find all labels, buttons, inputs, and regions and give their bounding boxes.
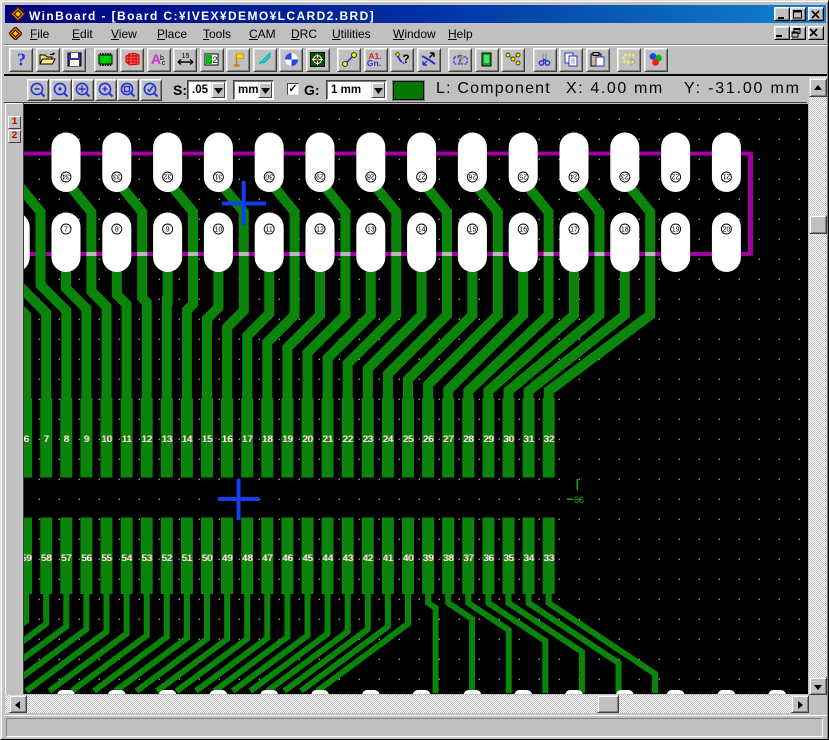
svg-text:53: 53 <box>141 553 152 564</box>
svg-text:32: 32 <box>164 173 172 180</box>
svg-text:35: 35 <box>503 553 514 564</box>
svg-text:12: 12 <box>316 227 324 234</box>
svg-text:20: 20 <box>723 227 731 234</box>
svg-text:9: 9 <box>166 227 170 234</box>
svg-text:27: 27 <box>443 434 454 445</box>
svg-text:?: ? <box>457 53 464 68</box>
svg-text:15: 15 <box>202 434 213 445</box>
svg-text:10: 10 <box>101 434 112 445</box>
svg-text:8: 8 <box>64 434 69 445</box>
svg-text:7: 7 <box>44 434 49 445</box>
svg-text:36: 36 <box>483 553 494 564</box>
svg-text:30: 30 <box>265 173 273 180</box>
svg-text:29: 29 <box>483 434 494 445</box>
svg-text:20: 20 <box>302 434 313 445</box>
svg-text:?: ? <box>17 51 26 68</box>
svg-text:7: 7 <box>64 227 68 234</box>
svg-text:13: 13 <box>367 227 375 234</box>
svg-text:21: 21 <box>322 434 333 445</box>
svg-text:42: 42 <box>363 553 374 564</box>
svg-text:31: 31 <box>214 173 222 180</box>
svg-text:31: 31 <box>523 434 534 445</box>
svg-text:44: 44 <box>322 553 333 564</box>
svg-text:27: 27 <box>418 173 426 180</box>
svg-text:56: 56 <box>81 553 92 564</box>
svg-text:26: 26 <box>423 434 434 445</box>
svg-text:17: 17 <box>570 227 578 234</box>
svg-text:Gn.: Gn. <box>367 58 381 68</box>
svg-text:24: 24 <box>570 173 578 180</box>
svg-text:30: 30 <box>503 434 514 445</box>
svg-text:47: 47 <box>262 553 273 564</box>
svg-text:10: 10 <box>215 227 223 234</box>
svg-text:23: 23 <box>621 173 629 180</box>
svg-text:58: 58 <box>41 553 52 564</box>
svg-text:18: 18 <box>621 227 629 234</box>
svg-text:51: 51 <box>182 553 193 564</box>
svg-text:39: 39 <box>423 553 434 564</box>
svg-text:8: 8 <box>115 227 119 234</box>
svg-text:11: 11 <box>122 434 132 445</box>
svg-text:?: ? <box>402 52 409 66</box>
svg-text:38: 38 <box>443 553 454 564</box>
svg-text:12: 12 <box>141 434 152 445</box>
svg-text:49: 49 <box>222 553 233 564</box>
svg-text:16: 16 <box>519 227 527 234</box>
svg-text:37: 37 <box>463 553 474 564</box>
svg-text:46: 46 <box>282 553 293 564</box>
svg-text:17: 17 <box>242 434 253 445</box>
svg-text:40: 40 <box>403 553 414 564</box>
svg-text:14: 14 <box>182 434 193 445</box>
svg-text:57: 57 <box>61 553 72 564</box>
svg-text:34: 34 <box>62 173 70 180</box>
svg-text:6: 6 <box>24 434 29 445</box>
svg-text:13: 13 <box>162 434 173 445</box>
svg-text:15: 15 <box>469 227 477 234</box>
svg-text:28: 28 <box>463 434 474 445</box>
svg-text:11: 11 <box>266 227 273 234</box>
svg-text:50: 50 <box>202 553 213 564</box>
svg-text:18: 18 <box>262 434 273 445</box>
svg-text:66: 66 <box>574 495 584 505</box>
svg-text:23: 23 <box>363 434 374 445</box>
svg-text:45: 45 <box>302 553 313 564</box>
svg-text:22: 22 <box>342 434 353 445</box>
svg-text:2: 2 <box>212 55 217 65</box>
svg-text:24: 24 <box>383 434 394 445</box>
svg-text:34: 34 <box>523 553 534 564</box>
svg-text:25: 25 <box>519 173 527 180</box>
svg-text:55: 55 <box>101 553 112 564</box>
svg-text:15: 15 <box>181 53 189 60</box>
svg-text:22: 22 <box>672 173 680 180</box>
svg-text:16: 16 <box>222 434 233 445</box>
svg-text:59: 59 <box>24 553 31 564</box>
svg-text:c: c <box>162 60 166 67</box>
svg-text:14: 14 <box>418 227 426 234</box>
svg-text:52: 52 <box>162 553 173 564</box>
svg-text:41: 41 <box>383 553 394 564</box>
svg-text:43: 43 <box>342 553 353 564</box>
svg-text:9: 9 <box>84 434 89 445</box>
svg-text:32: 32 <box>543 434 554 445</box>
svg-text:29: 29 <box>316 173 324 180</box>
svg-text:19: 19 <box>672 227 680 234</box>
svg-text:26: 26 <box>468 173 476 180</box>
svg-text:54: 54 <box>121 553 132 564</box>
svg-text:33: 33 <box>113 173 121 180</box>
svg-text:28: 28 <box>367 173 375 180</box>
svg-text:25: 25 <box>403 434 414 445</box>
svg-text:21: 21 <box>722 173 730 180</box>
svg-text:33: 33 <box>543 553 554 564</box>
svg-text:19: 19 <box>282 434 293 445</box>
svg-text:48: 48 <box>242 553 253 564</box>
